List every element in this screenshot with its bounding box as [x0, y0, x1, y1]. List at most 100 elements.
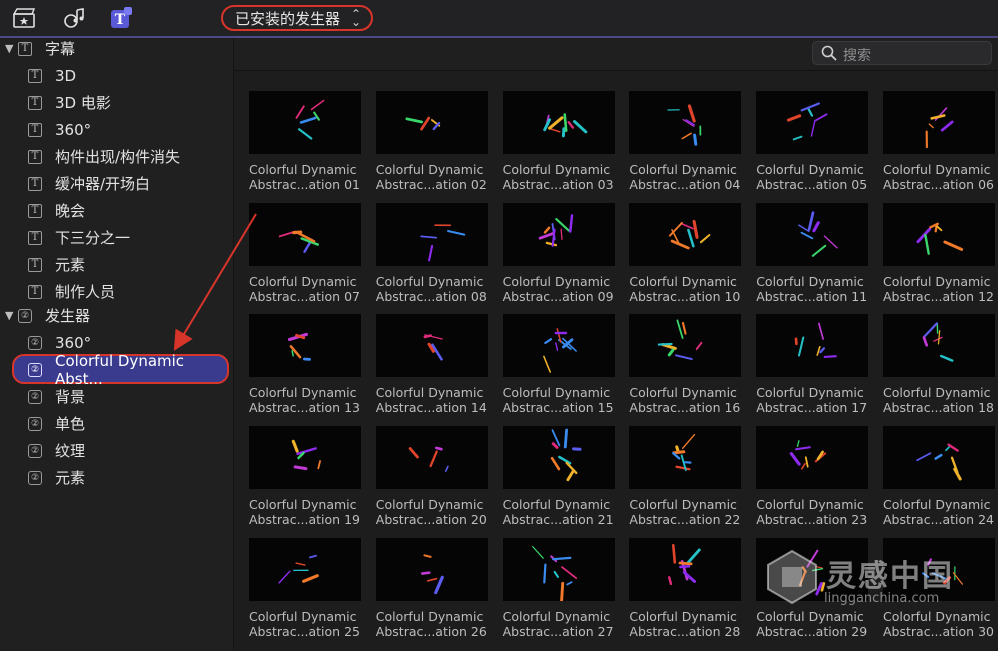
generator-thumbnail[interactable]: Colorful Dynamic Abstrac...ation 27 [502, 537, 615, 639]
caption-line1: Colorful Dynamic [375, 608, 484, 624]
sidebar-section-generators[interactable]: ▼ ② 发生器 [0, 302, 233, 329]
generator-thumbnail[interactable]: Colorful Dynamic Abstrac...ation 07 [249, 202, 361, 304]
sidebar-section-titles[interactable]: ▼ T 字幕 [0, 35, 233, 62]
title-t-icon: T [18, 41, 32, 56]
generator-thumbnail[interactable]: Colorful Dynamic Abstrac...ation 12 [883, 202, 995, 304]
thumbnail-caption: Colorful Dynamic Abstrac...ation 05 [756, 162, 868, 192]
generator-thumbnail[interactable]: Colorful Dynamic Abstrac...ation 25 [249, 537, 361, 639]
sidebar-item-bumper-opener[interactable]: T 缓冲器/开场白 [0, 170, 233, 197]
caption-line2: Abstrac...ation 01 [249, 177, 360, 192]
sidebar-item-3d[interactable]: T 3D [0, 62, 233, 89]
generator-thumbnail[interactable]: Colorful Dynamic Abstrac...ation 10 [629, 202, 742, 304]
watermark-url: lingganchina.com [824, 591, 940, 606]
generator-thumbnail[interactable]: Colorful Dynamic Abstrac...ation 03 [502, 91, 615, 192]
caption-line1: Colorful Dynamic [375, 497, 484, 513]
caption-line2: Abstrac...ation 13 [249, 400, 360, 416]
sidebar-item-backgrounds[interactable]: ② 背景 [0, 383, 233, 410]
sidebar-item-label: 构件出现/构件消失 [55, 148, 181, 166]
sidebar: ▼ T 字幕 T 3D T 3D 电影 T 360° T 构件出现/构件消失 T 缓冲器/… [0, 38, 234, 651]
caption-line1: Colorful Dynamic [756, 497, 864, 513]
generator-thumbnail[interactable]: Colorful Dynamic Abstrac...ation 23 [756, 426, 869, 527]
watermark-emblem-icon [767, 549, 817, 605]
title-t-icon: T [28, 176, 42, 191]
title-t-icon: T [28, 284, 42, 299]
generator-thumbnail[interactable]: Colorful Dynamic Abstrac...ation 18 [883, 314, 995, 415]
sidebar-item-solids[interactable]: ② 单色 [0, 410, 233, 437]
sidebar-item-credits[interactable]: T 制作人员 [0, 278, 233, 305]
sidebar-item-label: 下三分之一 [55, 229, 131, 247]
generator-thumbnail[interactable]: Colorful Dynamic Abstrac...ation 28 [629, 537, 742, 639]
sidebar-item-label: 3D [55, 66, 77, 85]
sidebar-item-build-in-out[interactable]: T 构件出现/构件消失 [0, 143, 233, 170]
disclosure-triangle-icon[interactable]: ▼ [5, 42, 13, 55]
search-field[interactable]: 搜索 [812, 41, 992, 65]
caption-line2: Abstrac...ation 28 [629, 623, 741, 639]
generator-thumbnail[interactable]: Colorful Dynamic Abstrac...ation 09 [502, 202, 615, 304]
generator-thumbnail[interactable]: Colorful Dynamic Abstrac...ation 26 [375, 537, 488, 639]
search-bar: 搜索 [234, 38, 998, 71]
title-t-icon: T [28, 122, 42, 137]
thumbnail-preview [375, 202, 488, 266]
sidebar-item-360[interactable]: T 360° [0, 116, 233, 143]
caption-line2: Abstrac...ation 17 [756, 400, 868, 416]
music-photo-icon[interactable] [62, 6, 86, 30]
sidebar-item-elements[interactable]: T 元素 [0, 251, 233, 278]
thumbnail-preview [375, 91, 488, 154]
clapperboard-star-icon[interactable] [12, 6, 36, 30]
caption-line1: Colorful Dynamic [629, 608, 737, 624]
sidebar-item-party[interactable]: T 晚会 [0, 197, 233, 224]
sidebar-item-lower-thirds[interactable]: T 下三分之一 [0, 224, 233, 251]
thumbnail-caption: Colorful Dynamic Abstrac...ation 01 [249, 162, 361, 192]
caption-line2: Abstrac...ation 06 [883, 177, 994, 192]
generator-thumbnail[interactable]: Colorful Dynamic Abstrac...ation 19 [249, 426, 361, 527]
generator-thumbnail[interactable]: Colorful Dynamic Abstrac...ation 24 [883, 426, 995, 527]
generator-thumbnail[interactable]: Colorful Dynamic Abstrac...ation 05 [756, 91, 869, 192]
generator-thumbnail[interactable]: Colorful Dynamic Abstrac...ation 08 [375, 202, 488, 304]
thumbnail-preview [249, 426, 361, 490]
generator-thumbnail[interactable]: Colorful Dynamic Abstrac...ation 04 [629, 91, 742, 192]
installed-generators-dropdown[interactable]: 已安装的发生器 ⌃ ⌄ [221, 5, 373, 31]
thumbnail-preview [756, 426, 869, 490]
thumbnail-preview [883, 91, 995, 154]
generator-thumbnail[interactable]: Colorful Dynamic Abstrac...ation 02 [375, 91, 488, 192]
sidebar-item-colorful-dynamic[interactable]: ② Colorful Dynamic Abst... [0, 352, 233, 388]
generator-thumbnail[interactable]: Colorful Dynamic Abstrac...ation 14 [375, 314, 488, 415]
thumbnail-preview [629, 91, 742, 154]
caption-line1: Colorful Dynamic [375, 162, 484, 177]
sidebar-item-gen-elements[interactable]: ② 元素 [0, 464, 233, 491]
generator-thumbnail[interactable]: Colorful Dynamic Abstrac...ation 06 [883, 91, 995, 192]
generator-thumbnail[interactable]: Colorful Dynamic Abstrac...ation 13 [249, 314, 361, 415]
disclosure-triangle-icon[interactable]: ▼ [5, 309, 13, 322]
thumbnail-preview [375, 426, 488, 490]
titles-generators-icon[interactable]: T [110, 6, 134, 30]
generator-icon: ② [28, 362, 42, 377]
sidebar-item-textures[interactable]: ② 纹理 [0, 437, 233, 464]
generator-thumbnail[interactable]: Colorful Dynamic Abstrac...ation 22 [629, 426, 742, 527]
thumbnail-caption: Colorful Dynamic Abstrac...ation 20 [376, 497, 488, 527]
caption-line2: Abstrac...ation 19 [249, 512, 360, 528]
thumbnail-preview [502, 314, 615, 378]
title-t-icon: T [28, 203, 42, 218]
caption-line1: Colorful Dynamic [249, 273, 357, 289]
thumbnail-caption: Colorful Dynamic Abstrac...ation 06 [883, 162, 995, 192]
title-t-icon: T [28, 68, 42, 83]
caption-line2: Abstrac...ation 10 [629, 288, 741, 304]
sidebar-item-3d-movie[interactable]: T 3D 电影 [0, 89, 233, 116]
generator-icon: ② [28, 416, 42, 431]
caption-line2: Abstrac...ation 08 [375, 288, 487, 304]
thumbnail-preview [249, 202, 361, 266]
caption-line1: Colorful Dynamic [883, 385, 991, 401]
generator-thumbnail[interactable]: Colorful Dynamic Abstrac...ation 21 [502, 426, 615, 527]
generator-icon: ② [28, 335, 42, 350]
generator-thumbnail[interactable]: Colorful Dynamic Abstrac...ation 15 [502, 314, 615, 415]
thumbnail-preview [502, 537, 615, 601]
generator-thumbnail[interactable]: Colorful Dynamic Abstrac...ation 11 [756, 202, 869, 304]
thumbnail-caption: Colorful Dynamic Abstrac...ation 07 [249, 274, 361, 304]
thumbnail-caption: Colorful Dynamic Abstrac...ation 23 [756, 497, 868, 527]
generator-thumbnail[interactable]: Colorful Dynamic Abstrac...ation 01 [249, 91, 361, 192]
generator-thumbnail[interactable]: Colorful Dynamic Abstrac...ation 16 [629, 314, 742, 415]
generator-thumbnail[interactable]: Colorful Dynamic Abstrac...ation 20 [375, 426, 488, 527]
caption-line1: Colorful Dynamic [502, 385, 611, 401]
generator-thumbnail[interactable]: Colorful Dynamic Abstrac...ation 17 [756, 314, 869, 416]
caption-line1: Colorful Dynamic [883, 273, 991, 289]
